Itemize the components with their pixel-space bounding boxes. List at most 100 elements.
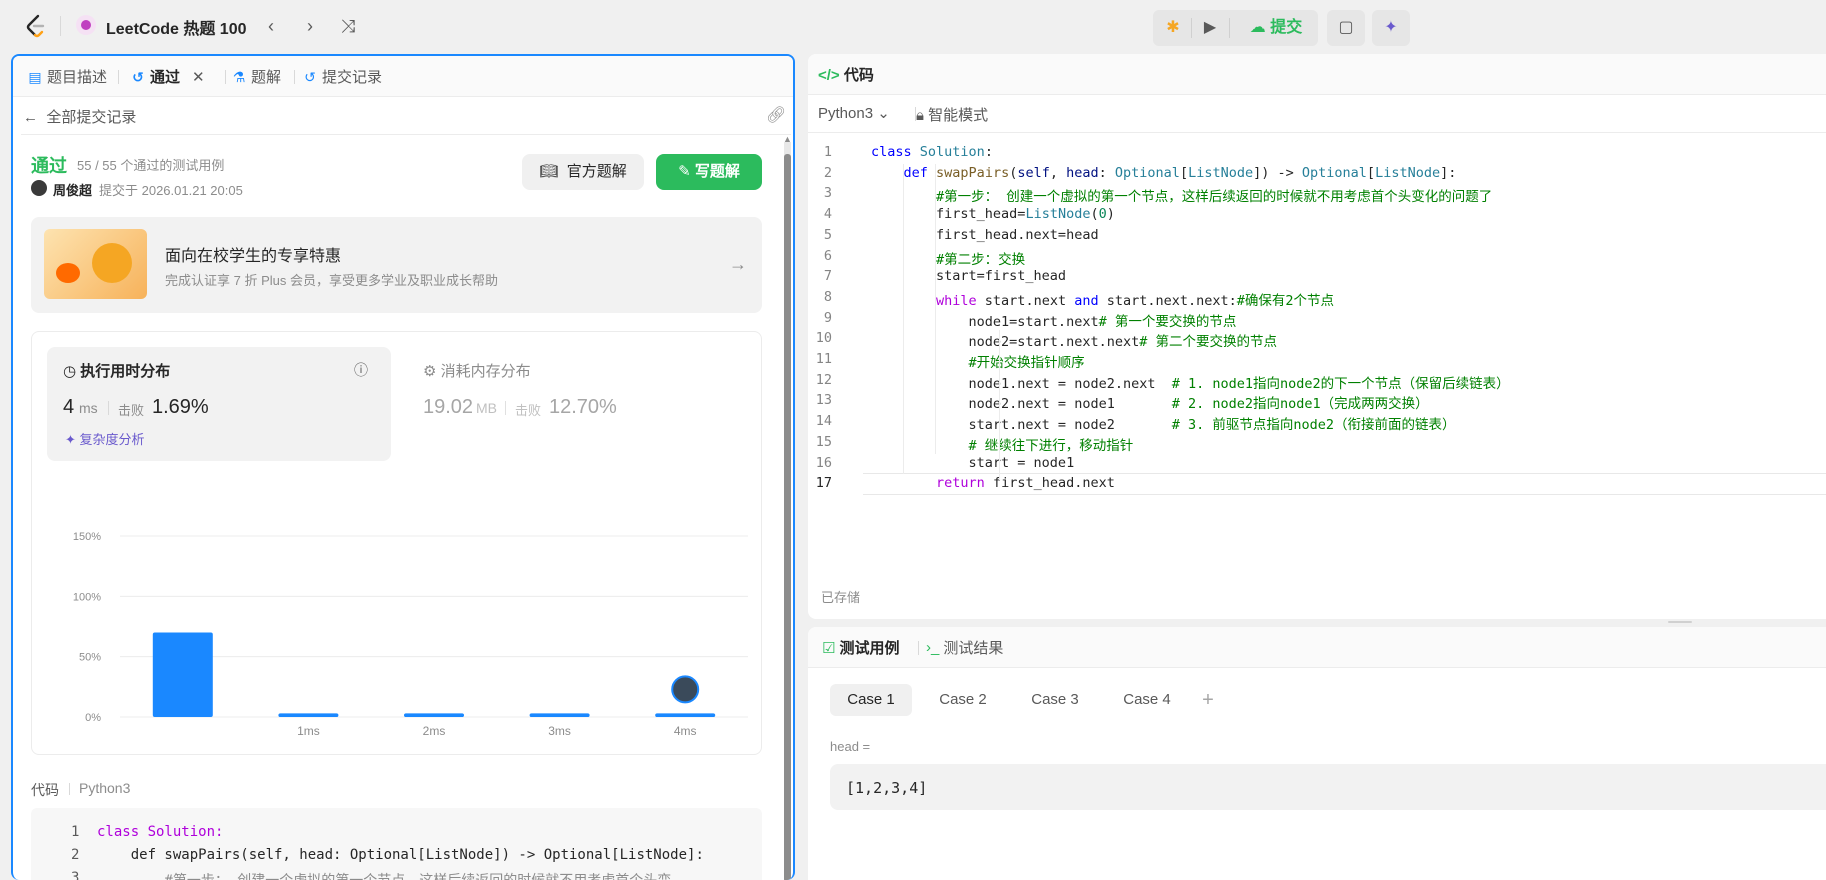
avatar[interactable] (31, 180, 47, 196)
problem-list-title[interactable]: LeetCode 热题 100 (106, 15, 247, 39)
top-bar: LeetCode 热题 100 ‹ › ⤨ ✱ ▶ ☁ 提交 ▢ ✦ (0, 0, 1826, 52)
promo-image (44, 229, 147, 299)
case-tab-4[interactable]: Case 4 (1106, 684, 1188, 716)
official-solution-button[interactable]: 📖︎ 官方题解 (522, 154, 644, 190)
runtime-unit: ms (79, 400, 98, 416)
code-line[interactable]: start = node1 (871, 455, 1075, 476)
bug-icon[interactable]: ✱ (1158, 10, 1188, 46)
case-tab-2[interactable]: Case 2 (922, 684, 1004, 716)
code-line[interactable]: #第一步： 创建一个虚拟的第一个节点，这样后续返回的时候就不用考虑首个头变化的问… (871, 185, 1492, 206)
param-label: head = (830, 739, 871, 754)
memory-value: 19.02 (423, 396, 474, 418)
y-tick-label: 50% (79, 652, 101, 664)
flask-icon: ⚗ (232, 68, 246, 85)
code-line[interactable]: class Solution: (871, 144, 993, 165)
indent-guide (935, 164, 936, 454)
code-line[interactable]: first_head=ListNode(0) (871, 206, 1115, 227)
line-number: 6 (823, 247, 832, 264)
line-number: 10 (815, 330, 832, 347)
write-solution-button[interactable]: ✎ 写题解 (656, 154, 762, 190)
tab-label: 题目描述 (47, 69, 108, 86)
cases-passed-text: 55 / 55 个通过的测试用例 (77, 158, 225, 173)
close-icon[interactable]: ✕ (192, 68, 205, 86)
tab-testcases[interactable]: ☑ 测试用例 (822, 637, 899, 658)
play-icon[interactable]: ▶ (1195, 10, 1225, 46)
tab-test-results[interactable]: ›_ 测试结果 (926, 637, 1003, 658)
submit-button[interactable]: ☁ 提交 (1238, 10, 1314, 46)
left-panel: ▤ 题目描述 ↺ 通过 ✕ ⚗ 题解 ↺ 提交记录 ← 全部提交记录 🔗︎ ▲ … (11, 54, 795, 880)
tab-testcases-label: 测试用例 (839, 640, 900, 657)
scrollbar-thumb[interactable] (784, 154, 791, 880)
chevron-right-icon[interactable]: › (297, 13, 323, 39)
info-icon[interactable]: ⓘ (354, 360, 368, 380)
back-to-submissions[interactable]: ← 全部提交记录 (23, 106, 136, 127)
tab-code[interactable]: </> 代码 (818, 64, 874, 85)
complexity-analysis-link[interactable]: ✦ 复杂度分析 (65, 429, 145, 448)
code-language: Python3 (79, 780, 131, 796)
shuffle-icon[interactable]: ⤨ (335, 13, 361, 39)
user-avatar-marker (671, 675, 700, 704)
sparkle-icon: ✦ (1384, 19, 1398, 36)
runtime-title-text: 执行用时分布 (80, 363, 171, 380)
param-input[interactable] (830, 764, 1826, 810)
code-area[interactable]: 1 class Solution: 2 def swapPairs(self, he… (808, 140, 1826, 520)
memory-title-text: 消耗内存分布 (440, 363, 531, 380)
code-line[interactable]: start.next = node2 # 3. 前驱节点指向node2（衔接前面… (871, 413, 1456, 434)
code-line[interactable]: start=first_head (871, 268, 1066, 289)
line-number: 17 (815, 475, 832, 492)
line-number: 16 (815, 454, 832, 471)
add-case-icon[interactable]: + (1194, 684, 1222, 716)
smart-mode-toggle[interactable]: 🔒︎ 智能模式 (916, 104, 988, 125)
code-line[interactable]: node2.next = node1 # 2. node2指向node1（完成两… (871, 392, 1429, 413)
link-icon[interactable]: 🔗︎ (766, 105, 786, 125)
tab-code-label: 代码 (843, 67, 874, 84)
bar (529, 713, 590, 717)
chevron-down-icon: ⌄ (877, 105, 890, 122)
code-line[interactable]: return first_head.next (871, 475, 1115, 496)
code-label: 代码 (31, 782, 59, 798)
line-number: 15 (815, 433, 832, 450)
submission-header (21, 98, 791, 135)
code-line[interactable]: def swapPairs(self, head: Optional[ListN… (871, 165, 1457, 186)
line-number: 3 (71, 870, 80, 880)
case-tab-3[interactable]: Case 3 (1014, 684, 1096, 716)
back-label: 全部提交记录 (46, 109, 137, 126)
code-line[interactable]: node1.next = node2.next # 1. node1指向node… (871, 372, 1510, 393)
document-icon: ▤ (28, 68, 42, 85)
tab-solutions[interactable]: ⚗ 题解 (231, 66, 281, 87)
code-line[interactable]: # 继续往下进行，移动指针 (871, 434, 1134, 455)
accepted-status: 通过 (31, 156, 67, 176)
edit-icon: ✎ (678, 163, 691, 180)
note-icon: ▢ (1338, 19, 1354, 36)
code-line[interactable]: node2=start.next.next# 第二个要交换的节点 (871, 330, 1277, 351)
memory-unit: MB (476, 400, 497, 416)
line-number: 12 (815, 371, 832, 388)
runtime-distribution-chart[interactable]: 150%100%50%0%1ms2ms3ms4ms1ms2ms3ms4ms (43, 470, 753, 750)
line-number: 11 (815, 351, 832, 367)
param-value: [1,2,3,4] (846, 779, 928, 797)
tab-description[interactable]: ▤ 题目描述 (27, 66, 107, 87)
panel-resize-handle[interactable] (808, 619, 1826, 627)
tab-submissions[interactable]: ↺ 提交记录 (302, 66, 382, 87)
scroll-up-icon[interactable]: ▲ (783, 134, 792, 144)
x-tick-label: 3ms (548, 724, 571, 738)
arrow-right-icon[interactable]: → (729, 254, 747, 275)
case-tab-1[interactable]: Case 1 (830, 684, 912, 716)
chevron-left-icon[interactable]: ‹ (258, 13, 284, 39)
code-line[interactable]: node1=start.next# 第一个要交换的节点 (871, 310, 1237, 331)
user-name[interactable]: 周俊超 (53, 180, 92, 199)
smart-mode-label: 智能模式 (928, 107, 989, 124)
memory-title[interactable]: ⚙ 消耗内存分布 (423, 360, 531, 381)
line-number: 5 (823, 226, 832, 243)
line-number: 9 (823, 309, 832, 326)
tab-accepted[interactable]: ↺ 通过 ✕ (130, 66, 205, 87)
history-icon: ↺ (304, 68, 316, 85)
code-line[interactable]: #第二步：交换 (871, 248, 1025, 269)
leetcode-logo[interactable] (24, 14, 48, 40)
line-number: 13 (815, 392, 832, 409)
code-line[interactable]: first_head.next=head (871, 227, 1099, 248)
language-select[interactable]: Python3 ⌄ (818, 104, 890, 122)
code-line[interactable]: while start.next and start.next.next:#确保… (871, 289, 1334, 310)
x-tick-label: 2ms (423, 724, 446, 738)
indent-guide (903, 164, 904, 474)
